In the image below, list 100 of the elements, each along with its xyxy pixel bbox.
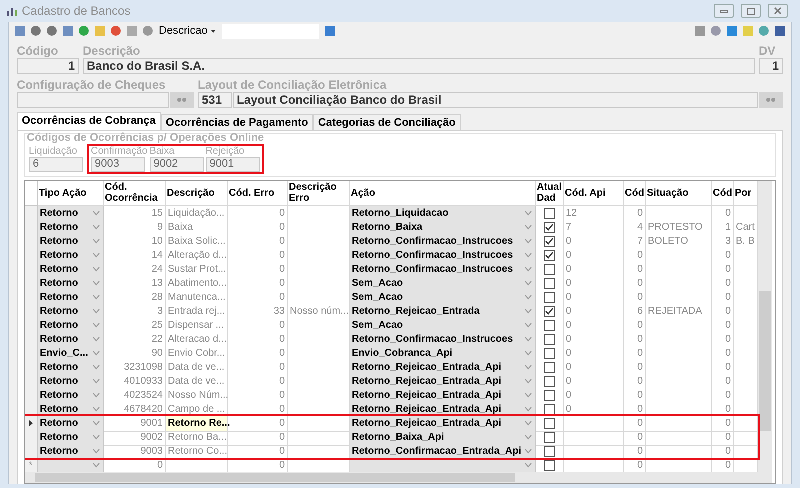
chevron-down-icon	[93, 435, 100, 440]
checkbox[interactable]	[544, 250, 555, 261]
field-label: Baixa	[150, 146, 176, 157]
chevron-down-icon	[525, 295, 532, 300]
chevron-down-icon	[93, 365, 100, 370]
chevron-down-icon	[93, 267, 100, 272]
group-title: Códigos de Ocorrências p/ Operações Online	[27, 132, 266, 144]
table-cell: Retorno Re...	[166, 416, 228, 432]
chevron-down-icon	[525, 379, 532, 384]
horizontal-scrollbar[interactable]	[25, 472, 758, 483]
chevron-down-icon	[93, 351, 100, 356]
tab[interactable]: Ocorrências de Cobrança	[17, 112, 161, 130]
vertical-scrollbar[interactable]	[758, 181, 772, 483]
field-label: Descrição	[83, 44, 142, 58]
chevron-down-icon	[525, 449, 532, 454]
chevron-down-icon	[525, 323, 532, 328]
binoculars-button[interactable]	[170, 92, 194, 108]
checkbox[interactable]	[544, 362, 555, 373]
chevron-down-icon	[525, 281, 532, 286]
text-field[interactable]: 1	[759, 58, 783, 74]
filter-dropdown[interactable]: Descricao	[159, 22, 208, 40]
checkbox[interactable]	[544, 404, 555, 415]
window-title: Cadastro de Bancos	[22, 3, 132, 20]
field-label: DV	[759, 44, 776, 58]
chevron-down-icon	[525, 421, 532, 426]
chevron-down-icon	[93, 309, 100, 314]
chevron-down-icon	[93, 239, 100, 244]
field-label: Layout de Conciliação Eletrônica	[198, 78, 388, 92]
checkbox[interactable]	[544, 432, 555, 443]
row-pointer-icon	[29, 420, 33, 427]
checkbox[interactable]	[544, 278, 555, 289]
chevron-down-icon	[525, 253, 532, 258]
text-field[interactable]: 6	[29, 157, 83, 172]
chevron-down-icon	[93, 281, 100, 286]
field-label: Liquidação	[29, 146, 78, 157]
checkbox[interactable]	[544, 390, 555, 401]
checkbox[interactable]	[544, 460, 555, 471]
chevron-down-icon	[525, 365, 532, 370]
chevron-down-icon	[93, 393, 100, 398]
chevron-down-icon	[525, 309, 532, 314]
caret-icon	[210, 30, 216, 32]
text-field[interactable]: 531	[198, 92, 232, 108]
action-type-dropdown[interactable]: Retorno	[38, 444, 104, 460]
checkbox[interactable]	[544, 208, 555, 219]
tab[interactable]: Ocorrências de Pagamento	[160, 114, 314, 130]
chevron-down-icon	[525, 351, 532, 356]
text-field[interactable]: 9002	[150, 157, 204, 172]
chevron-down-icon	[93, 463, 100, 468]
field-label: Código	[17, 44, 60, 58]
chevron-down-icon	[93, 407, 100, 412]
close-icon	[774, 7, 782, 15]
chevron-down-icon	[93, 421, 100, 426]
action-dropdown[interactable]: Retorno_Confirmacao_Entrada_Api	[350, 444, 536, 460]
tab[interactable]: Categorias de Conciliação	[313, 114, 461, 130]
text-field[interactable]: 9001	[206, 157, 260, 172]
text-field[interactable]: 9003	[91, 157, 145, 172]
chevron-down-icon	[93, 211, 100, 216]
checkbox[interactable]	[544, 236, 555, 247]
chevron-down-icon	[93, 253, 100, 258]
chevron-down-icon	[525, 407, 532, 412]
close-button[interactable]	[768, 4, 788, 18]
search-field[interactable]	[222, 24, 319, 38]
chevron-down-icon	[93, 225, 100, 230]
binoculars-icon	[177, 97, 187, 103]
checkbox[interactable]	[544, 306, 555, 317]
binoculars-button[interactable]	[759, 92, 783, 108]
checkbox[interactable]	[544, 418, 555, 429]
checkbox[interactable]	[544, 376, 555, 387]
chevron-down-icon	[525, 463, 532, 468]
chevron-down-icon	[525, 211, 532, 216]
checkbox[interactable]	[544, 292, 555, 303]
field-label: Configuração de Cheques	[17, 78, 167, 92]
field-label: Confirmação	[91, 146, 148, 157]
check-icon	[545, 307, 554, 316]
checkbox[interactable]	[544, 264, 555, 275]
text-field[interactable]: 1	[17, 58, 79, 74]
text-field[interactable]: Layout Conciliação Banco do Brasil	[233, 92, 758, 108]
chevron-down-icon	[525, 239, 532, 244]
maximize-button[interactable]	[741, 4, 761, 18]
checkbox[interactable]	[544, 348, 555, 359]
chevron-down-icon	[93, 337, 100, 342]
checkbox[interactable]	[544, 222, 555, 233]
chevron-down-icon	[525, 435, 532, 440]
checkbox[interactable]	[544, 320, 555, 331]
chevron-down-icon	[525, 225, 532, 230]
minimize-button[interactable]	[714, 4, 734, 18]
chevron-down-icon	[93, 379, 100, 384]
chevron-down-icon	[525, 267, 532, 272]
chevron-down-icon	[525, 337, 532, 342]
text-field[interactable]: Banco do Brasil S.A.	[83, 58, 755, 74]
field-label: Rejeição	[206, 146, 246, 157]
chevron-down-icon	[93, 323, 100, 328]
checkbox[interactable]	[544, 334, 555, 345]
chevron-down-icon	[525, 393, 532, 398]
text-field[interactable]	[17, 92, 169, 108]
chevron-down-icon	[93, 295, 100, 300]
binoculars-icon	[766, 97, 776, 103]
chevron-down-icon	[93, 449, 100, 454]
chart-icon	[6, 6, 18, 16]
checkbox[interactable]	[544, 446, 555, 457]
